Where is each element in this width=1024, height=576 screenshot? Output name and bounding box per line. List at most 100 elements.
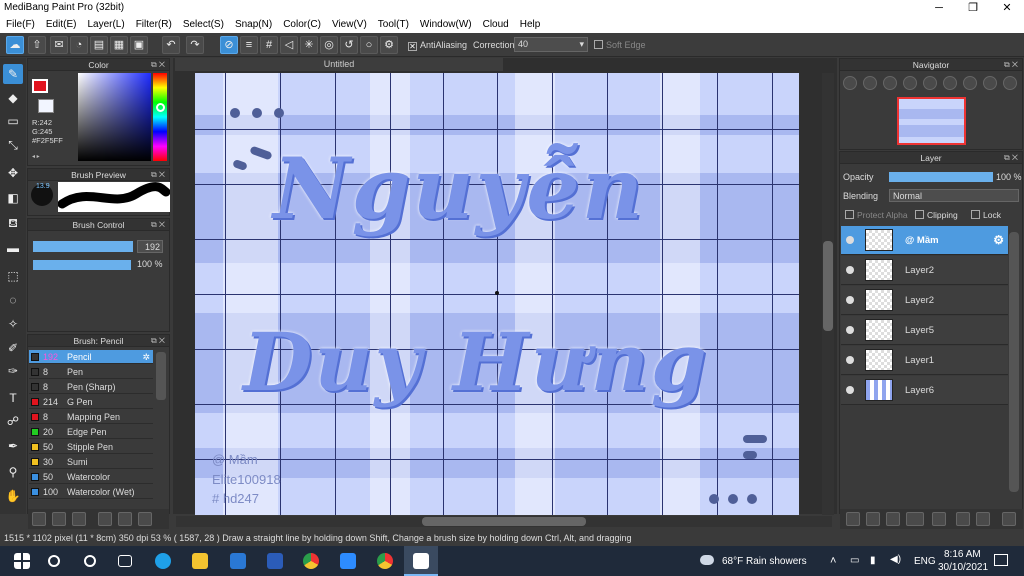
menu-edit[interactable]: Edit(E) — [40, 17, 82, 32]
blending-select[interactable]: Normal — [889, 189, 1019, 202]
clipping-checkbox[interactable] — [915, 210, 924, 219]
add-brush-icon[interactable] — [32, 512, 46, 526]
color-mode-buttons[interactable]: ◂ ▸ — [32, 153, 72, 160]
magic-wand-icon[interactable]: ✧ — [3, 314, 23, 334]
brush-list-scrollbar[interactable] — [156, 352, 166, 400]
brush-size-slider[interactable] — [33, 241, 133, 252]
snap-off-icon[interactable]: ⊘ — [220, 36, 238, 54]
close-button[interactable]: ✕ — [990, 0, 1024, 17]
layer-add-menu-icon[interactable] — [906, 512, 924, 526]
ellipse-snap-icon[interactable]: ○ — [360, 36, 378, 54]
edge-browser-icon[interactable] — [155, 553, 171, 569]
panel-menu-icon[interactable]: ⧉ ✕ — [1004, 59, 1018, 71]
bucket-tool-icon[interactable]: ⛾ — [3, 213, 23, 233]
hue-slider[interactable] — [153, 73, 167, 161]
menu-snap[interactable]: Snap(N) — [229, 17, 277, 32]
panel-menu-icon[interactable]: ⧉ ✕ — [151, 219, 165, 231]
select-tool-icon[interactable]: ⬚ — [3, 266, 23, 286]
move-tool-icon[interactable]: ✥ — [3, 163, 23, 183]
tray-chevron-icon[interactable]: ˄ — [830, 555, 836, 567]
language-indicator[interactable]: ENG — [914, 556, 936, 567]
weather-text[interactable]: 68°F Rain showers — [722, 556, 807, 567]
protect-alpha-option[interactable]: Protect Alpha — [845, 210, 908, 220]
brush-size-value[interactable]: 192 — [137, 240, 163, 253]
cloud-icon[interactable]: ☁ — [6, 36, 24, 54]
select-eraser-icon[interactable]: ✑ — [3, 361, 23, 381]
menu-cloud[interactable]: Cloud — [477, 17, 514, 32]
panel-menu-icon[interactable]: ⧉ ✕ — [151, 169, 165, 181]
brush-settings-icon[interactable] — [98, 512, 112, 526]
duplicate-layer-icon[interactable] — [956, 512, 970, 526]
gradation-tool-icon[interactable]: ▬ — [3, 238, 23, 258]
operation-tool-icon[interactable]: ☍ — [3, 411, 23, 431]
clipping-option[interactable]: Clipping — [915, 210, 958, 220]
layer-row[interactable]: Layer6 — [841, 376, 1008, 405]
canvas-horizontal-scrollbar[interactable] — [176, 516, 832, 527]
eyedropper-tool-icon[interactable]: ✒ — [3, 436, 23, 456]
cortana-icon[interactable] — [84, 555, 96, 567]
menu-help[interactable]: Help — [514, 17, 546, 32]
vscroll-thumb[interactable] — [823, 241, 833, 331]
menu-tool[interactable]: Tool(T) — [372, 17, 414, 32]
primary-color-swatch[interactable] — [32, 79, 48, 93]
upload-icon[interactable]: ⇧ — [28, 36, 46, 54]
layer-row[interactable]: @ Mầm ⚙ — [841, 226, 1008, 255]
brush-opacity-slider[interactable] — [33, 260, 131, 270]
menu-window[interactable]: Window(W) — [414, 17, 477, 32]
pages-icon[interactable]: ▦ — [110, 36, 128, 54]
chrome-icon[interactable] — [303, 553, 319, 569]
menu-select[interactable]: Select(S) — [177, 17, 229, 32]
rotate-right-icon[interactable] — [983, 76, 997, 90]
hand-tool-icon[interactable]: ✋ — [3, 486, 23, 506]
layer-row[interactable]: Layer2 — [841, 256, 1008, 285]
eye-icon[interactable] — [846, 356, 854, 364]
secondary-color-swatch[interactable] — [38, 99, 54, 113]
folder-icon[interactable] — [118, 512, 132, 526]
word-icon[interactable] — [267, 553, 283, 569]
document-tab[interactable]: Untitled — [175, 58, 503, 71]
brush-item-edge-pen[interactable]: 20 Edge Pen — [29, 425, 153, 439]
flip-icon[interactable] — [1003, 76, 1017, 90]
soft-edge-option[interactable]: Soft Edge — [594, 40, 646, 50]
trash-icon[interactable] — [1002, 512, 1016, 526]
eye-icon[interactable] — [846, 266, 854, 274]
brush-item-sumi[interactable]: 30 Sumi — [29, 455, 153, 469]
layer-row[interactable]: Layer2 — [841, 286, 1008, 315]
parallel-snap-icon[interactable]: ≡ — [240, 36, 258, 54]
save-icon[interactable]: ▣ — [130, 36, 148, 54]
menu-view[interactable]: View(V) — [326, 17, 372, 32]
duplicate-icon[interactable] — [138, 512, 152, 526]
soft-edge-checkbox[interactable] — [594, 40, 603, 49]
menu-layer[interactable]: Layer(L) — [81, 17, 129, 32]
folder-icon[interactable] — [932, 512, 946, 526]
menu-filter[interactable]: Filter(R) — [130, 17, 177, 32]
correction-select[interactable]: 40 ▾ — [514, 37, 588, 52]
brush-item-pencil[interactable]: 192 Pencil ✲ — [29, 350, 153, 364]
actual-size-icon[interactable] — [903, 76, 917, 90]
lock-checkbox[interactable] — [971, 210, 980, 219]
vanishing-snap-icon[interactable]: ◁ — [280, 36, 298, 54]
store-icon[interactable] — [230, 553, 246, 569]
speech-icon[interactable]: ◔ — [70, 36, 88, 54]
reset-icon[interactable] — [943, 76, 957, 90]
fill-tool-icon[interactable]: ◧ — [3, 188, 23, 208]
antialiasing-checkbox[interactable]: ✕ — [408, 42, 417, 51]
zoom-icon[interactable] — [340, 553, 356, 569]
brush-tool-icon[interactable]: ✎ — [3, 64, 23, 84]
page-icon[interactable]: ▤ — [90, 36, 108, 54]
antialiasing-option[interactable]: ✕ AntiAliasing — [408, 40, 467, 51]
layer-row[interactable]: Layer5 — [841, 316, 1008, 345]
chrome-icon-2[interactable] — [377, 553, 393, 569]
medibang-taskbar-button[interactable] — [404, 546, 438, 576]
undo-icon[interactable]: ↶ — [162, 36, 180, 54]
copy-brush-icon[interactable] — [72, 512, 86, 526]
correction-tool-icon[interactable]: ⤡ — [3, 135, 23, 155]
fullscreen-icon[interactable] — [963, 76, 977, 90]
new-8bit-layer-icon[interactable] — [886, 512, 900, 526]
volume-icon[interactable]: ◀) — [890, 554, 901, 565]
rotate-left-icon[interactable] — [923, 76, 937, 90]
menu-file[interactable]: File(F) — [0, 17, 40, 32]
dropper-tool-icon[interactable]: ⚲ — [3, 462, 23, 482]
canvas[interactable]: Nguyễn Duy Hưng — [195, 73, 799, 515]
gear-icon[interactable]: ⚙ — [993, 233, 1004, 247]
